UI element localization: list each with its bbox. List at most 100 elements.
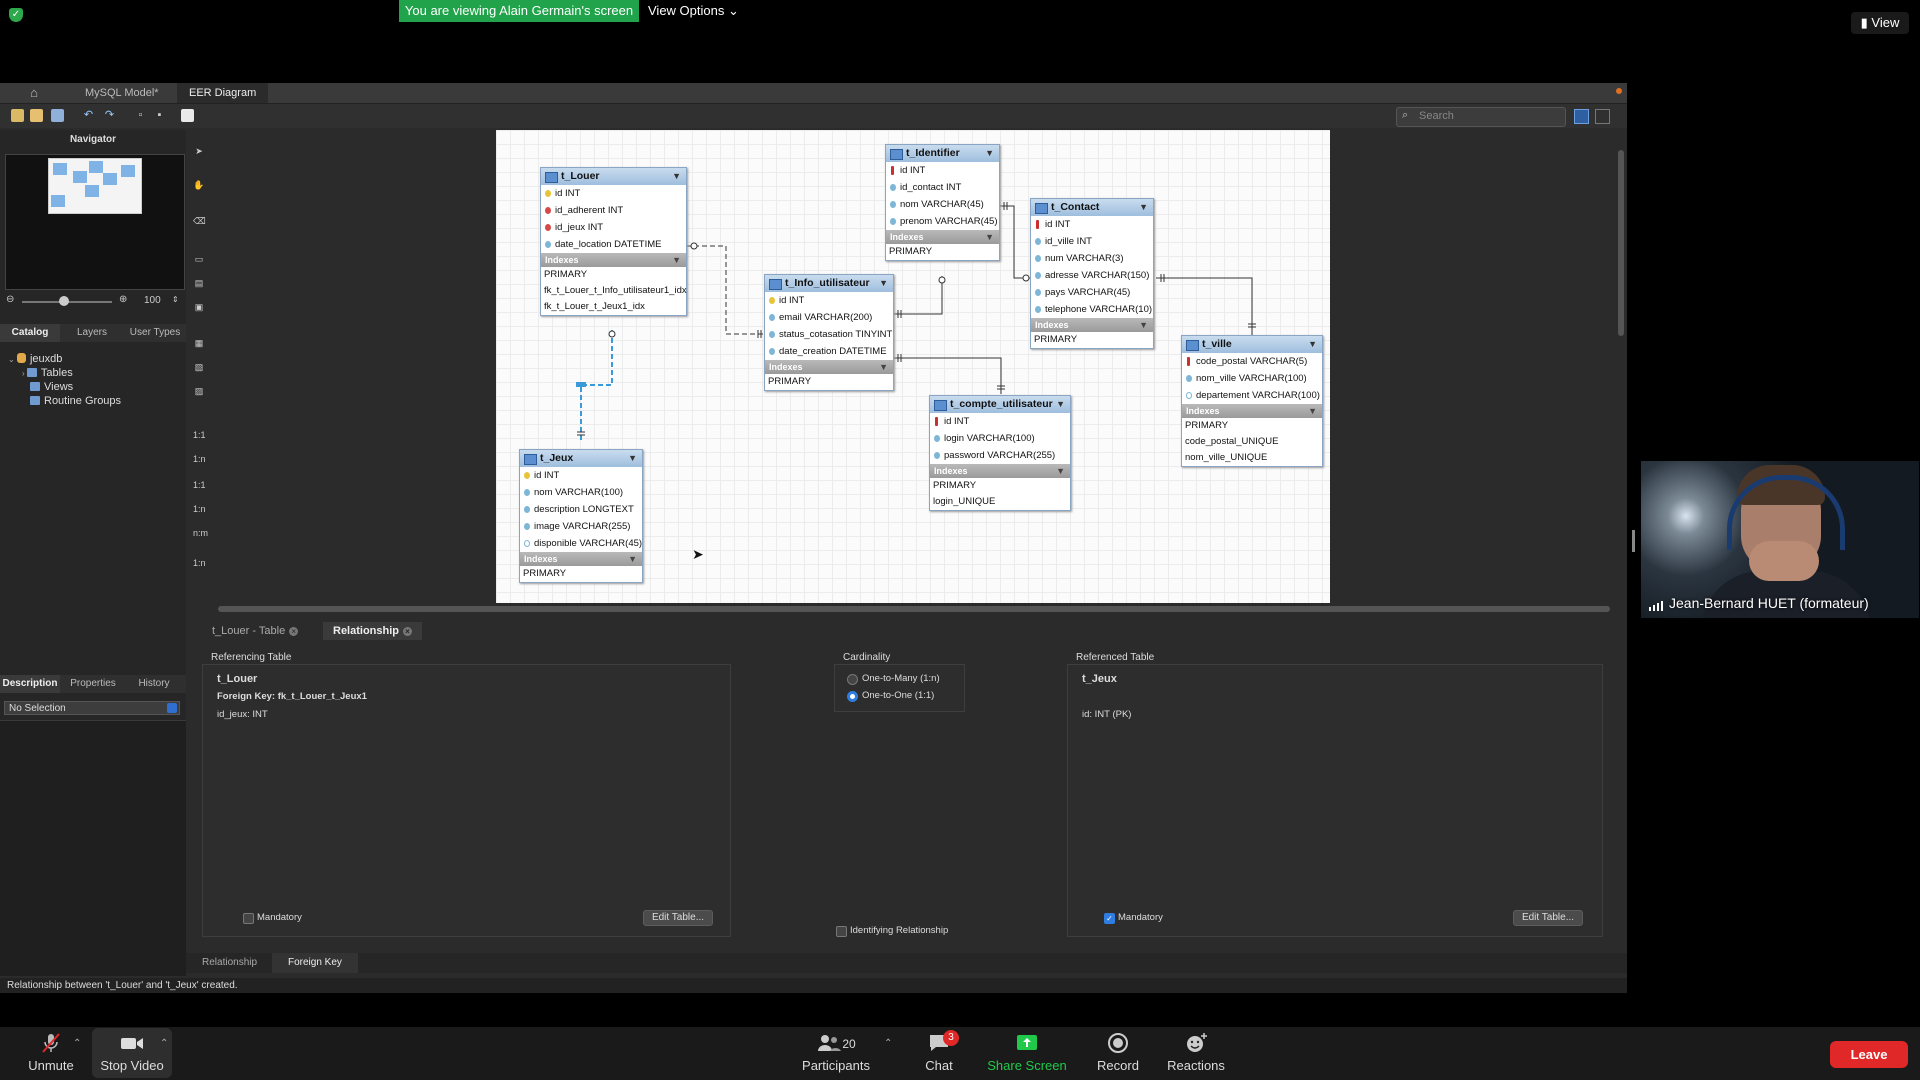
one-to-many-radio[interactable] — [847, 674, 858, 685]
column-row[interactable]: id_contact INT — [886, 179, 999, 196]
column-row[interactable]: id INT — [541, 185, 686, 202]
rel-1-1-nonid-tool[interactable]: 1:1 — [193, 480, 206, 490]
column-row[interactable]: id INT — [520, 467, 642, 484]
leave-button[interactable]: Leave — [1830, 1041, 1908, 1068]
stop-video-button[interactable]: Stop Video — [96, 1032, 168, 1073]
index-row[interactable]: nom_ville_UNIQUE — [1182, 450, 1322, 466]
home-tab-icon[interactable]: ⌂ — [22, 83, 46, 103]
participants-button[interactable]: 20 Participants — [796, 1032, 876, 1073]
tab-catalog[interactable]: Catalog — [0, 324, 60, 342]
tab-mysql-model[interactable]: MySQL Model* — [73, 83, 171, 103]
share-screen-button[interactable]: Share Screen — [982, 1032, 1072, 1073]
referencing-mandatory-checkbox[interactable] — [243, 913, 254, 924]
tab-properties[interactable]: Properties — [64, 675, 122, 693]
tab-eer-diagram[interactable]: EER Diagram — [177, 83, 269, 103]
index-row[interactable]: PRIMARY — [1031, 332, 1153, 348]
rel-info-identifier[interactable] — [893, 276, 943, 315]
table-t-ville[interactable]: t_ville ▼ code_postal VARCHAR(5) nom_vill… — [1181, 335, 1323, 467]
table-t-jeux[interactable]: t_Jeux ▼ id INT nom VARCHAR(100) descript… — [519, 449, 643, 583]
tree-item-tables[interactable]: › Tables — [8, 366, 121, 380]
column-row[interactable]: id_adherent INT — [541, 202, 686, 219]
audio-options-chevron-up-icon[interactable]: ⌃ — [73, 1038, 81, 1049]
horizontal-scrollbar[interactable] — [218, 606, 1610, 612]
tab-history[interactable]: History — [126, 675, 182, 693]
indexes-header[interactable]: Indexes ▼ — [1182, 404, 1322, 418]
record-button[interactable]: Record — [1088, 1032, 1148, 1073]
collapse-icon[interactable]: ▼ — [1056, 464, 1065, 478]
collapse-icon[interactable]: ▼ — [985, 145, 994, 162]
toggle-grid-icon[interactable]: ▫ — [134, 109, 147, 122]
participants-chevron-up-icon[interactable]: ⌃ — [884, 1038, 892, 1049]
redo-icon[interactable]: ↷ — [103, 109, 116, 122]
view-button[interactable]: ▮ View — [1851, 12, 1909, 34]
participant-video[interactable]: Jean-Bernard HUET (formateur) — [1641, 461, 1919, 618]
image-tool-icon[interactable]: ▣ — [193, 302, 205, 313]
column-row[interactable]: description LONGTEXT — [520, 501, 642, 518]
indexes-header[interactable]: Indexes ▼ — [1031, 318, 1153, 332]
column-row[interactable]: num VARCHAR(3) — [1031, 250, 1153, 267]
open-folder-icon[interactable] — [30, 109, 43, 122]
security-shield-icon[interactable]: ✓ — [9, 8, 23, 22]
eraser-tool-icon[interactable]: ⌫ — [193, 216, 206, 227]
tree-item-jeuxdb[interactable]: ⌄ jeuxdb — [8, 352, 121, 366]
column-row[interactable]: id_ville INT — [1031, 233, 1153, 250]
column-row[interactable]: prenom VARCHAR(45) — [886, 213, 999, 230]
column-row[interactable]: pays VARCHAR(45) — [1031, 284, 1153, 301]
collapse-icon[interactable]: ▼ — [672, 168, 681, 185]
column-row[interactable]: code_postal VARCHAR(5) — [1182, 353, 1322, 370]
reactions-button[interactable]: Reactions — [1162, 1032, 1230, 1073]
close-icon[interactable]: × — [403, 627, 413, 636]
indexes-header[interactable]: Indexes ▼ — [541, 253, 686, 267]
rel-contact-ville[interactable] — [1156, 277, 1253, 336]
index-row[interactable]: PRIMARY — [541, 267, 686, 283]
save-icon[interactable] — [51, 109, 64, 122]
column-row[interactable]: date_creation DATETIME — [765, 343, 893, 360]
collapse-icon[interactable]: ▼ — [1308, 336, 1317, 353]
tab-layers[interactable]: Layers — [64, 324, 120, 342]
collapse-icon[interactable]: ▼ — [879, 275, 888, 292]
column-row[interactable]: login VARCHAR(100) — [930, 430, 1070, 447]
routine-tool-icon[interactable]: ▨ — [193, 386, 205, 397]
zoom-level[interactable]: 100 — [144, 295, 161, 306]
rel-1-n-tool[interactable]: 1:n — [193, 454, 206, 464]
vertical-scrollbar[interactable] — [1618, 150, 1624, 336]
rel-1-n-nonid-tool[interactable]: 1:n — [193, 504, 206, 514]
edit-referenced-table-button[interactable]: Edit Table... — [1513, 910, 1583, 926]
undo-icon[interactable]: ↶ — [82, 109, 95, 122]
one-to-one-radio[interactable] — [847, 691, 858, 702]
table-tool-icon[interactable]: ▦ — [193, 338, 205, 349]
tree-item-views[interactable]: Views — [8, 380, 121, 394]
indexes-header[interactable]: Indexes ▼ — [765, 360, 893, 374]
note-tool-icon[interactable]: ▤ — [193, 278, 205, 289]
column-row[interactable]: nom_ville VARCHAR(100) — [1182, 370, 1322, 387]
search-input[interactable]: Search — [1419, 110, 1454, 122]
tab-user-types[interactable]: User Types — [124, 324, 186, 342]
collapse-icon[interactable]: ▼ — [1056, 396, 1065, 413]
rel-identifier-contact[interactable] — [999, 205, 1030, 279]
referenced-mandatory-checkbox[interactable]: ✓ — [1104, 913, 1115, 924]
close-icon[interactable]: × — [289, 627, 299, 636]
column-row[interactable]: nom VARCHAR(45) — [886, 196, 999, 213]
column-row[interactable]: id INT — [886, 162, 999, 179]
zoom-stepper-icon[interactable]: ⇕ — [172, 295, 179, 304]
index-row[interactable]: PRIMARY — [886, 244, 999, 260]
view-tool-icon[interactable]: ▧ — [193, 362, 205, 373]
layer-tool-icon[interactable]: ▭ — [193, 254, 205, 265]
panel-left-icon[interactable] — [1574, 109, 1589, 124]
collapse-icon[interactable]: ▼ — [1139, 199, 1148, 216]
table-t-contact[interactable]: t_Contact ▼ id INT id_ville INT num VARCH… — [1030, 198, 1154, 349]
collapse-icon[interactable]: ▼ — [879, 360, 888, 374]
navigator-viewport[interactable] — [48, 158, 142, 214]
align-icon[interactable]: ▪ — [153, 109, 166, 122]
hand-tool-icon[interactable]: ✋ — [193, 180, 205, 191]
panel-right-icon[interactable] — [1595, 109, 1610, 124]
column-row[interactable]: id INT — [1031, 216, 1153, 233]
column-row[interactable]: id INT — [930, 413, 1070, 430]
page-icon[interactable] — [181, 109, 194, 122]
description-area[interactable] — [0, 720, 186, 976]
edit-referencing-table-button[interactable]: Edit Table... — [643, 910, 713, 926]
new-file-icon[interactable] — [11, 109, 24, 122]
column-row[interactable]: email VARCHAR(200) — [765, 309, 893, 326]
video-panel-handle[interactable] — [1632, 530, 1635, 552]
indexes-header[interactable]: Indexes ▼ — [886, 230, 999, 244]
